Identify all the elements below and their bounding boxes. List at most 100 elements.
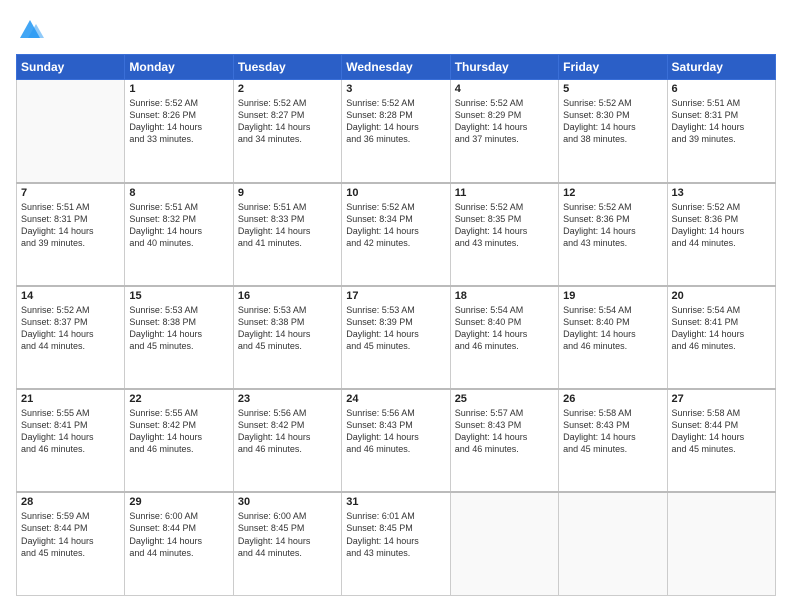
day-info: Sunrise: 6:00 AM Sunset: 8:45 PM Dayligh… [238,510,337,559]
day-info: Sunrise: 5:52 AM Sunset: 8:37 PM Dayligh… [21,304,120,353]
calendar-cell: 19 Sunrise: 5:54 AM Sunset: 8:40 PM Dayl… [559,286,667,389]
calendar-cell: 3 Sunrise: 5:52 AM Sunset: 8:28 PM Dayli… [342,80,450,183]
day-number: 26 [563,393,662,405]
calendar-cell [559,492,667,595]
calendar-cell: 13 Sunrise: 5:52 AM Sunset: 8:36 PM Dayl… [667,183,775,286]
day-number: 31 [346,496,445,508]
calendar-cell: 21 Sunrise: 5:55 AM Sunset: 8:41 PM Dayl… [17,389,125,492]
day-number: 5 [563,83,662,95]
calendar-cell: 4 Sunrise: 5:52 AM Sunset: 8:29 PM Dayli… [450,80,558,183]
calendar-cell: 25 Sunrise: 5:57 AM Sunset: 8:43 PM Dayl… [450,389,558,492]
calendar-cell: 12 Sunrise: 5:52 AM Sunset: 8:36 PM Dayl… [559,183,667,286]
calendar-cell [17,80,125,183]
day-number: 27 [672,393,771,405]
day-number: 29 [129,496,228,508]
day-number: 7 [21,187,120,199]
page: SundayMondayTuesdayWednesdayThursdayFrid… [0,0,792,612]
calendar-cell: 14 Sunrise: 5:52 AM Sunset: 8:37 PM Dayl… [17,286,125,389]
day-info: Sunrise: 5:53 AM Sunset: 8:39 PM Dayligh… [346,304,445,353]
calendar-week-2: 7 Sunrise: 5:51 AM Sunset: 8:31 PM Dayli… [17,183,776,286]
day-info: Sunrise: 5:57 AM Sunset: 8:43 PM Dayligh… [455,407,554,456]
calendar-cell [667,492,775,595]
day-number: 24 [346,393,445,405]
day-info: Sunrise: 5:51 AM Sunset: 8:31 PM Dayligh… [672,97,771,146]
calendar-cell: 1 Sunrise: 5:52 AM Sunset: 8:26 PM Dayli… [125,80,233,183]
calendar-cell: 20 Sunrise: 5:54 AM Sunset: 8:41 PM Dayl… [667,286,775,389]
day-number: 21 [21,393,120,405]
day-info: Sunrise: 5:52 AM Sunset: 8:36 PM Dayligh… [563,201,662,250]
day-number: 4 [455,83,554,95]
calendar-cell: 9 Sunrise: 5:51 AM Sunset: 8:33 PM Dayli… [233,183,341,286]
day-number: 16 [238,290,337,302]
logo [16,16,48,44]
day-number: 1 [129,83,228,95]
calendar-week-3: 14 Sunrise: 5:52 AM Sunset: 8:37 PM Dayl… [17,286,776,389]
calendar-cell: 17 Sunrise: 5:53 AM Sunset: 8:39 PM Dayl… [342,286,450,389]
day-info: Sunrise: 6:01 AM Sunset: 8:45 PM Dayligh… [346,510,445,559]
day-info: Sunrise: 5:52 AM Sunset: 8:26 PM Dayligh… [129,97,228,146]
calendar-cell: 5 Sunrise: 5:52 AM Sunset: 8:30 PM Dayli… [559,80,667,183]
calendar-cell: 6 Sunrise: 5:51 AM Sunset: 8:31 PM Dayli… [667,80,775,183]
day-info: Sunrise: 5:58 AM Sunset: 8:44 PM Dayligh… [672,407,771,456]
day-number: 20 [672,290,771,302]
col-header-tuesday: Tuesday [233,55,341,80]
col-header-thursday: Thursday [450,55,558,80]
day-number: 22 [129,393,228,405]
calendar-cell: 10 Sunrise: 5:52 AM Sunset: 8:34 PM Dayl… [342,183,450,286]
day-info: Sunrise: 6:00 AM Sunset: 8:44 PM Dayligh… [129,510,228,559]
calendar-header-row: SundayMondayTuesdayWednesdayThursdayFrid… [17,55,776,80]
day-info: Sunrise: 5:52 AM Sunset: 8:27 PM Dayligh… [238,97,337,146]
day-number: 3 [346,83,445,95]
calendar-table: SundayMondayTuesdayWednesdayThursdayFrid… [16,54,776,596]
calendar-cell: 15 Sunrise: 5:53 AM Sunset: 8:38 PM Dayl… [125,286,233,389]
day-info: Sunrise: 5:51 AM Sunset: 8:32 PM Dayligh… [129,201,228,250]
calendar-cell: 16 Sunrise: 5:53 AM Sunset: 8:38 PM Dayl… [233,286,341,389]
col-header-friday: Friday [559,55,667,80]
calendar-week-5: 28 Sunrise: 5:59 AM Sunset: 8:44 PM Dayl… [17,492,776,595]
day-info: Sunrise: 5:55 AM Sunset: 8:41 PM Dayligh… [21,407,120,456]
day-info: Sunrise: 5:52 AM Sunset: 8:30 PM Dayligh… [563,97,662,146]
calendar-cell: 11 Sunrise: 5:52 AM Sunset: 8:35 PM Dayl… [450,183,558,286]
day-info: Sunrise: 5:58 AM Sunset: 8:43 PM Dayligh… [563,407,662,456]
day-info: Sunrise: 5:53 AM Sunset: 8:38 PM Dayligh… [129,304,228,353]
day-info: Sunrise: 5:56 AM Sunset: 8:43 PM Dayligh… [346,407,445,456]
calendar-cell: 27 Sunrise: 5:58 AM Sunset: 8:44 PM Dayl… [667,389,775,492]
col-header-wednesday: Wednesday [342,55,450,80]
day-info: Sunrise: 5:51 AM Sunset: 8:31 PM Dayligh… [21,201,120,250]
calendar-cell: 22 Sunrise: 5:55 AM Sunset: 8:42 PM Dayl… [125,389,233,492]
logo-icon [16,16,44,44]
calendar-cell: 30 Sunrise: 6:00 AM Sunset: 8:45 PM Dayl… [233,492,341,595]
day-number: 30 [238,496,337,508]
calendar-cell: 26 Sunrise: 5:58 AM Sunset: 8:43 PM Dayl… [559,389,667,492]
day-info: Sunrise: 5:52 AM Sunset: 8:29 PM Dayligh… [455,97,554,146]
calendar-cell: 23 Sunrise: 5:56 AM Sunset: 8:42 PM Dayl… [233,389,341,492]
day-info: Sunrise: 5:55 AM Sunset: 8:42 PM Dayligh… [129,407,228,456]
day-number: 6 [672,83,771,95]
day-number: 2 [238,83,337,95]
day-number: 9 [238,187,337,199]
day-number: 13 [672,187,771,199]
calendar-cell: 28 Sunrise: 5:59 AM Sunset: 8:44 PM Dayl… [17,492,125,595]
day-info: Sunrise: 5:54 AM Sunset: 8:41 PM Dayligh… [672,304,771,353]
day-number: 8 [129,187,228,199]
day-number: 23 [238,393,337,405]
calendar-cell: 24 Sunrise: 5:56 AM Sunset: 8:43 PM Dayl… [342,389,450,492]
calendar-cell: 2 Sunrise: 5:52 AM Sunset: 8:27 PM Dayli… [233,80,341,183]
calendar-cell: 8 Sunrise: 5:51 AM Sunset: 8:32 PM Dayli… [125,183,233,286]
calendar-cell: 7 Sunrise: 5:51 AM Sunset: 8:31 PM Dayli… [17,183,125,286]
day-info: Sunrise: 5:51 AM Sunset: 8:33 PM Dayligh… [238,201,337,250]
day-number: 19 [563,290,662,302]
calendar-cell: 31 Sunrise: 6:01 AM Sunset: 8:45 PM Dayl… [342,492,450,595]
day-number: 28 [21,496,120,508]
calendar-cell [450,492,558,595]
day-info: Sunrise: 5:52 AM Sunset: 8:36 PM Dayligh… [672,201,771,250]
col-header-saturday: Saturday [667,55,775,80]
day-info: Sunrise: 5:52 AM Sunset: 8:34 PM Dayligh… [346,201,445,250]
calendar-cell: 18 Sunrise: 5:54 AM Sunset: 8:40 PM Dayl… [450,286,558,389]
header [16,16,776,44]
calendar-cell: 29 Sunrise: 6:00 AM Sunset: 8:44 PM Dayl… [125,492,233,595]
day-info: Sunrise: 5:52 AM Sunset: 8:28 PM Dayligh… [346,97,445,146]
col-header-sunday: Sunday [17,55,125,80]
day-number: 15 [129,290,228,302]
day-number: 12 [563,187,662,199]
